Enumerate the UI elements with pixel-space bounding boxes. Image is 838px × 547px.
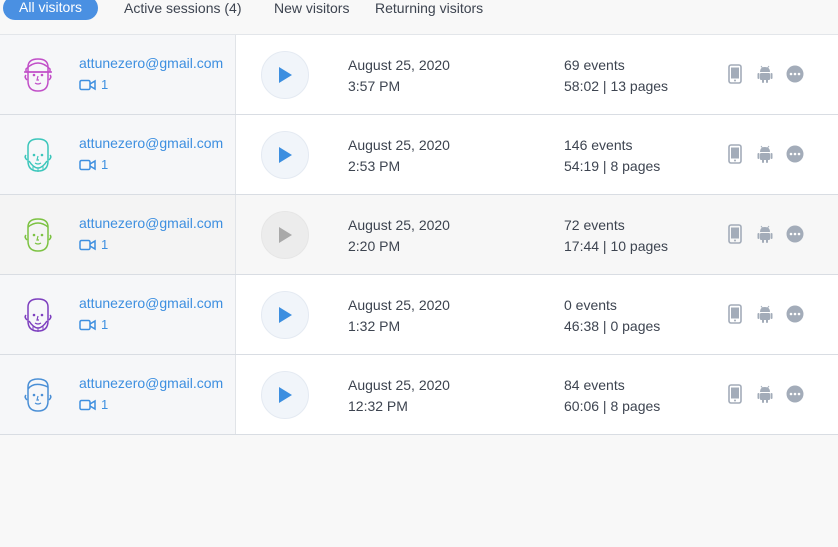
video-camera-icon (79, 79, 96, 90)
visitor-email[interactable]: attunezero@gmail.com (79, 55, 223, 71)
events-count: 84 events (564, 377, 625, 393)
recordings-count-value: 1 (101, 397, 109, 412)
mobile-icon (728, 64, 742, 84)
recordings-count[interactable]: 1 (79, 157, 108, 172)
session-datetime: August 25, 2020 1:32 PM (348, 295, 450, 337)
recordings-count-value: 1 (101, 317, 109, 332)
session-date: August 25, 2020 (348, 377, 450, 393)
visitor-list: attunezero@gmail.com 1 August 25, 2020 3:57… (0, 35, 838, 435)
recordings-count[interactable]: 1 (79, 397, 108, 412)
duration-pages: 60:06 | 8 pages (564, 398, 661, 414)
visitor-email[interactable]: attunezero@gmail.com (79, 135, 223, 151)
tab-returning-visitors[interactable]: Returning visitors (375, 0, 483, 20)
play-session-button[interactable] (261, 291, 309, 339)
more-options-icon[interactable] (786, 224, 804, 244)
avatar (20, 215, 56, 255)
video-camera-icon (79, 159, 96, 170)
mobile-icon (728, 384, 742, 404)
session-datetime: August 25, 2020 12:32 PM (348, 375, 450, 417)
play-session-button[interactable] (261, 51, 309, 99)
session-date: August 25, 2020 (348, 137, 450, 153)
session-datetime: August 25, 2020 2:20 PM (348, 215, 450, 257)
session-stats: 84 events 60:06 | 8 pages (564, 375, 660, 417)
avatar (20, 295, 56, 335)
recordings-count[interactable]: 1 (79, 237, 108, 252)
visitor-row[interactable]: attunezero@gmail.com 1 August 25, 2020 2:20… (0, 195, 838, 275)
duration-pages: 54:19 | 8 pages (564, 158, 661, 174)
session-time: 3:57 PM (348, 78, 401, 94)
session-time: 1:32 PM (348, 318, 401, 334)
duration-pages: 17:44 | 10 pages (564, 238, 669, 254)
video-camera-icon (79, 239, 96, 250)
android-icon (757, 225, 773, 243)
visitor-info-cell: attunezero@gmail.com 1 (0, 115, 236, 194)
visitor-email[interactable]: attunezero@gmail.com (79, 375, 223, 391)
recordings-count-value: 1 (101, 237, 109, 252)
play-session-button[interactable] (261, 371, 309, 419)
session-date: August 25, 2020 (348, 297, 450, 313)
session-date: August 25, 2020 (348, 217, 450, 233)
play-session-button[interactable] (261, 211, 309, 259)
visitor-row[interactable]: attunezero@gmail.com 1 August 25, 2020 2:53… (0, 115, 838, 195)
android-icon (757, 65, 773, 83)
recordings-count-value: 1 (101, 77, 109, 92)
tab-all-visitors[interactable]: All visitors (3, 0, 99, 20)
session-datetime: August 25, 2020 3:57 PM (348, 55, 450, 97)
recordings-count[interactable]: 1 (79, 77, 108, 92)
events-count: 0 events (564, 297, 617, 313)
visitor-row[interactable]: attunezero@gmail.com 1 August 25, 2020 12:3… (0, 355, 838, 435)
session-stats: 69 events 58:02 | 13 pages (564, 55, 668, 97)
recordings-count-value: 1 (101, 157, 109, 172)
recordings-count[interactable]: 1 (79, 317, 108, 332)
avatar (20, 55, 56, 95)
events-count: 72 events (564, 217, 625, 233)
play-session-button[interactable] (261, 131, 309, 179)
more-options-icon[interactable] (786, 64, 804, 84)
mobile-icon (728, 144, 742, 164)
visitor-info-cell: attunezero@gmail.com 1 (0, 35, 236, 114)
avatar (20, 375, 56, 415)
video-camera-icon (79, 399, 96, 410)
session-time: 2:20 PM (348, 238, 401, 254)
session-stats: 146 events 54:19 | 8 pages (564, 135, 660, 177)
play-icon (279, 147, 292, 163)
duration-pages: 58:02 | 13 pages (564, 78, 669, 94)
visitor-row[interactable]: attunezero@gmail.com 1 August 25, 2020 1:32… (0, 275, 838, 355)
more-options-icon[interactable] (786, 384, 804, 404)
session-date: August 25, 2020 (348, 57, 450, 73)
mobile-icon (728, 224, 742, 244)
visitor-info-cell: attunezero@gmail.com 1 (0, 355, 236, 434)
play-icon (279, 67, 292, 83)
android-icon (757, 305, 773, 323)
avatar (20, 135, 56, 175)
visitor-email[interactable]: attunezero@gmail.com (79, 295, 223, 311)
visitor-email[interactable]: attunezero@gmail.com (79, 215, 223, 231)
visitor-tabs: All visitors Active sessions (4) New vis… (0, 0, 838, 35)
session-stats: 0 events 46:38 | 0 pages (564, 295, 660, 337)
session-stats: 72 events 17:44 | 10 pages (564, 215, 668, 257)
session-time: 12:32 PM (348, 398, 408, 414)
events-count: 146 events (564, 137, 633, 153)
events-count: 69 events (564, 57, 625, 73)
video-camera-icon (79, 319, 96, 330)
android-icon (757, 145, 773, 163)
tab-active-sessions[interactable]: Active sessions (4) (124, 0, 241, 20)
mobile-icon (728, 304, 742, 324)
session-datetime: August 25, 2020 2:53 PM (348, 135, 450, 177)
duration-pages: 46:38 | 0 pages (564, 318, 661, 334)
play-icon (279, 307, 292, 323)
session-time: 2:53 PM (348, 158, 401, 174)
tab-new-visitors[interactable]: New visitors (274, 0, 349, 20)
visitor-info-cell: attunezero@gmail.com 1 (0, 275, 236, 354)
play-icon (279, 387, 292, 403)
more-options-icon[interactable] (786, 144, 804, 164)
visitor-info-cell: attunezero@gmail.com 1 (0, 195, 236, 274)
android-icon (757, 385, 773, 403)
play-icon (279, 227, 292, 243)
visitor-row[interactable]: attunezero@gmail.com 1 August 25, 2020 3:57… (0, 35, 838, 115)
more-options-icon[interactable] (786, 304, 804, 324)
